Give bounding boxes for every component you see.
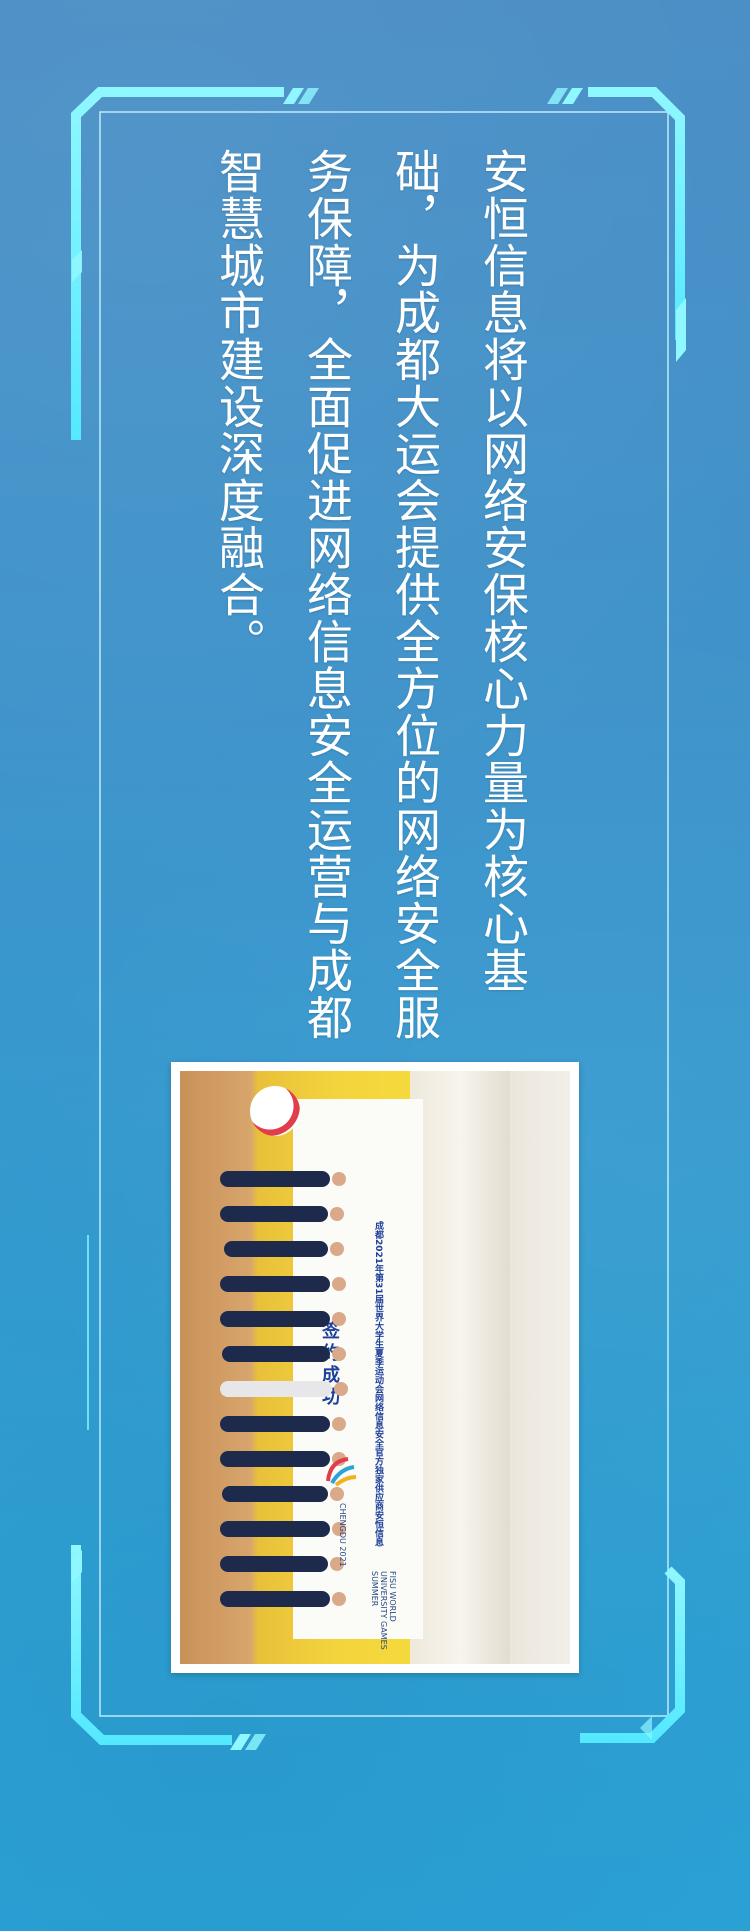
group-of-people: [220, 1151, 350, 1651]
main-paragraph: 安恒信息将以网络安保核心力量为核心基础，为成都大运会提供全方位的网络安全服务保障…: [212, 148, 530, 1041]
event-logo-text: CHENGDU 2021: [338, 1503, 347, 1567]
photo-scene: 成都2021年第31届世界大学生夏季运动会网络信息安全官方独家供应商安恒信息 签…: [180, 1071, 570, 1664]
frame-corner-bottom-right: [580, 1566, 685, 1743]
banner-title: 成都2021年第31届世界大学生夏季运动会网络信息安全官方独家供应商安恒信息: [373, 1221, 383, 1547]
fisu-text: FISU WORLD UNIVERSITY GAMES SUMMER: [370, 1571, 397, 1650]
photo-backdrop: [410, 1071, 510, 1664]
universiade-logo-icon: [326, 1457, 357, 1487]
signing-ceremony-photo: 成都2021年第31届世界大学生夏季运动会网络信息安全官方独家供应商安恒信息 签…: [171, 1062, 579, 1673]
frame-corner-top-right: [588, 87, 685, 340]
mascot-icon: [250, 1086, 300, 1136]
